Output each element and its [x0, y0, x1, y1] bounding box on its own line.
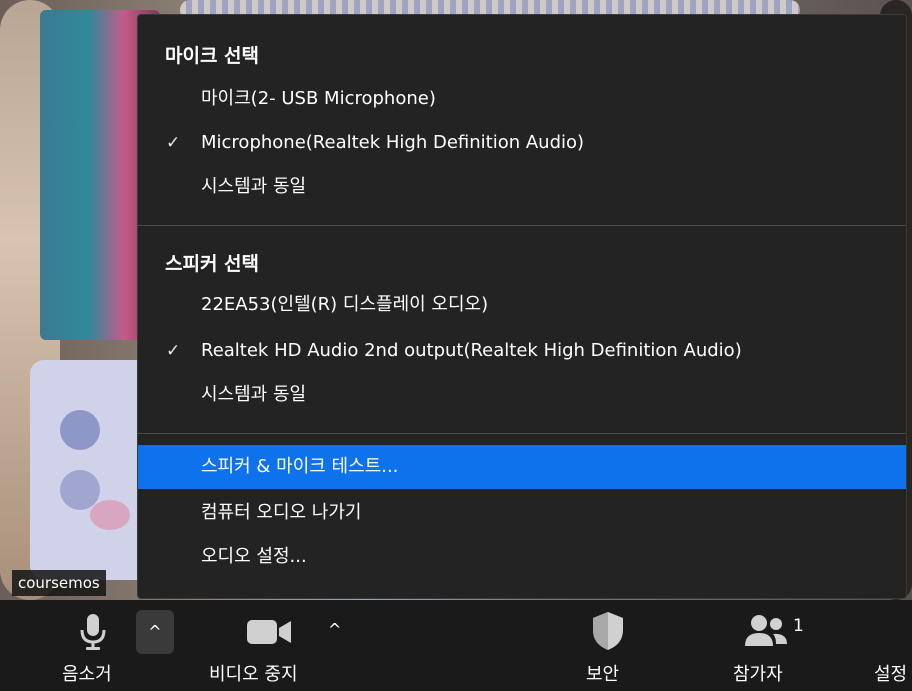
- participants-label: 참가자: [733, 664, 783, 685]
- menu-divider: [138, 433, 906, 434]
- security-label: 보안: [586, 664, 620, 685]
- video-options-caret[interactable]: ^: [328, 620, 341, 639]
- microphone-icon: [80, 614, 106, 650]
- video-shape: [30, 360, 150, 580]
- participants-icon: [745, 615, 787, 646]
- mic-option-system[interactable]: 시스템과 동일: [138, 165, 906, 209]
- video-shape: [60, 410, 100, 450]
- speaker-section-title: 스피커 선택: [165, 253, 260, 275]
- stop-video-button[interactable]: 비디오 중지: [205, 600, 325, 691]
- video-shape: [90, 500, 130, 530]
- speaker-option-system[interactable]: 시스템과 동일: [138, 373, 906, 417]
- video-shape: [60, 470, 100, 510]
- mute-button[interactable]: 음소거: [40, 600, 140, 691]
- video-camera-icon: [247, 620, 291, 644]
- test-speaker-mic-item[interactable]: 스피커 & 마이크 테스트...: [138, 445, 906, 489]
- settings-button[interactable]: 설정: [870, 600, 912, 691]
- menu-divider: [138, 225, 906, 226]
- menu-item-label: Microphone(Realtek High Definition Audio…: [201, 132, 585, 153]
- mic-option-usb[interactable]: 마이크(2- USB Microphone): [138, 77, 906, 121]
- speaker-option-realtek[interactable]: ✓ Realtek HD Audio 2nd output(Realtek Hi…: [138, 329, 906, 373]
- audio-options-menu: 마이크 선택 마이크(2- USB Microphone) ✓ Micropho…: [137, 14, 907, 599]
- menu-item-label: 시스템과 동일: [201, 384, 307, 405]
- menu-item-label: 오디오 설정...: [201, 546, 307, 567]
- menu-item-label: 시스템과 동일: [201, 176, 307, 197]
- shield-icon: [593, 612, 623, 650]
- menu-item-label: 스피커 & 마이크 테스트...: [201, 456, 399, 477]
- menu-item-label: 컴퓨터 오디오 나가기: [201, 502, 362, 523]
- menu-item-label: 22EA53(인텔(R) 디스플레이 오디오): [201, 294, 489, 315]
- participants-count: 1: [793, 616, 804, 636]
- menu-item-label: 마이크(2- USB Microphone): [201, 88, 436, 109]
- mic-section-title: 마이크 선택: [165, 45, 260, 67]
- mic-option-realtek[interactable]: ✓ Microphone(Realtek High Definition Aud…: [138, 121, 906, 165]
- speaker-option-display[interactable]: 22EA53(인텔(R) 디스플레이 오디오): [138, 283, 906, 327]
- chevron-up-icon: ^: [148, 622, 162, 641]
- participant-name-tag: coursemos: [12, 570, 106, 596]
- security-button[interactable]: 보안: [570, 600, 650, 691]
- meeting-toolbar: 음소거 ^ 비디오 중지 ^ 보안 1 참가자 설정: [0, 600, 912, 691]
- checkmark-icon: ✓: [166, 133, 181, 153]
- mute-label: 음소거: [62, 664, 112, 685]
- settings-label: 설정: [874, 664, 908, 685]
- stop-video-label: 비디오 중지: [209, 664, 298, 685]
- leave-computer-audio-item[interactable]: 컴퓨터 오디오 나가기: [138, 491, 906, 535]
- participants-button[interactable]: 1 참가자: [725, 600, 815, 691]
- audio-options-caret[interactable]: ^: [136, 610, 174, 654]
- menu-item-label: Realtek HD Audio 2nd output(Realtek High…: [201, 340, 742, 361]
- checkmark-icon: ✓: [166, 341, 181, 361]
- audio-settings-item[interactable]: 오디오 설정...: [138, 535, 906, 579]
